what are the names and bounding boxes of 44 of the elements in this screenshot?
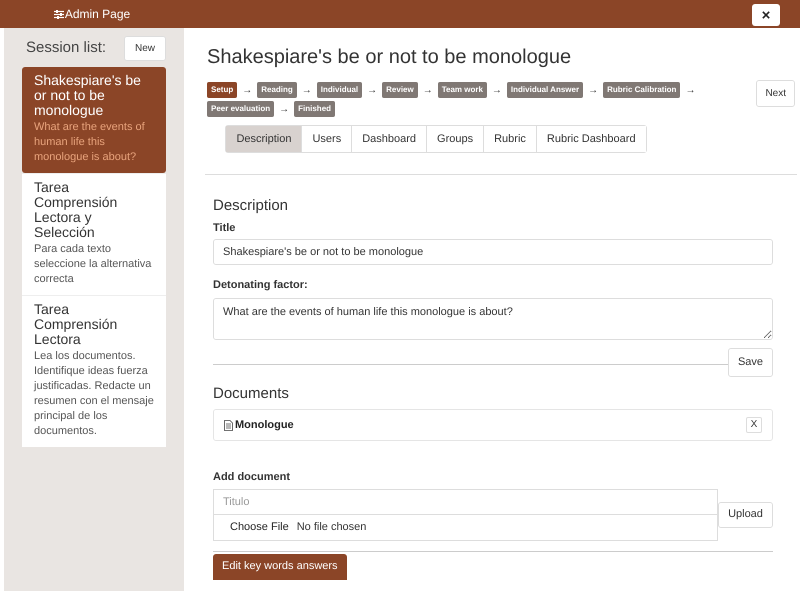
arrow: → xyxy=(492,84,502,98)
tab[interactable]: Rubric Dashboard xyxy=(536,126,646,152)
stage-badge: Finished xyxy=(294,101,336,117)
title-field[interactable]: Shakespiare's be or not to be monologue xyxy=(213,239,773,265)
section-heading: Documents xyxy=(213,384,290,404)
stage-badge: Individual xyxy=(316,82,362,98)
stage-badge: Reading xyxy=(257,82,297,98)
file-picker[interactable]: Choose File No file chosen xyxy=(213,514,718,540)
sliders-icon xyxy=(54,10,64,18)
arrow: → xyxy=(685,84,696,98)
upload-button[interactable]: Upload xyxy=(718,502,773,528)
section-heading: Description xyxy=(213,196,290,216)
stage-badge: Peer evaluation xyxy=(207,101,274,117)
session-heading: Shakespiare's be or not to be monologue xyxy=(207,45,572,70)
tab[interactable]: Description xyxy=(226,126,302,152)
arrow: → xyxy=(367,84,378,98)
field-label: Title xyxy=(213,220,236,236)
new-button[interactable]: New xyxy=(124,36,166,61)
stage-badge: Review xyxy=(382,82,418,98)
stage-badge: Individual Answer xyxy=(506,82,584,98)
field-label: Add document xyxy=(213,470,291,485)
session-item[interactable]: Tarea Comprensión Lectora y Selección Para cada texto seleccione la alternativa correcta xyxy=(22,173,166,295)
remove-button[interactable]: X xyxy=(746,417,762,433)
arrow: → xyxy=(422,84,433,98)
save-button[interactable]: Save xyxy=(728,348,773,376)
document-name[interactable]: Monologue xyxy=(235,416,294,434)
session-item[interactable]: Tarea Comprensión Lectora Lea los documentos. Identifique ideas fuerza justificadas. Redacte un resumen con el mensaje principal de los documentos. xyxy=(22,295,166,447)
document-icon xyxy=(224,420,233,430)
stage-badge: Setup xyxy=(207,82,238,98)
arrow: → xyxy=(242,84,252,98)
stage-badge: Rubric Calibration xyxy=(603,82,680,98)
stage-badge: Team work xyxy=(438,82,487,98)
session-item[interactable]: Shakespiare's be or not to be monologue What are the events of human life this monologue is about? xyxy=(22,67,166,173)
document-title-field[interactable]: Titulo xyxy=(213,488,718,514)
edit-key-words-button[interactable]: Edit key words answers xyxy=(213,554,347,580)
app-title[interactable]: Admin Page xyxy=(64,5,130,23)
sidebar-title: Session list: xyxy=(26,38,106,58)
arrow: → xyxy=(588,84,598,98)
arrow: → xyxy=(279,102,290,116)
arrow: → xyxy=(302,84,312,98)
field-label: Detonating factor: xyxy=(213,278,309,293)
next-button[interactable]: Next xyxy=(756,80,795,107)
close-button[interactable]: × xyxy=(752,4,780,26)
detonating-factor-field[interactable]: What are the events of human life this monologue is about? xyxy=(213,298,773,340)
